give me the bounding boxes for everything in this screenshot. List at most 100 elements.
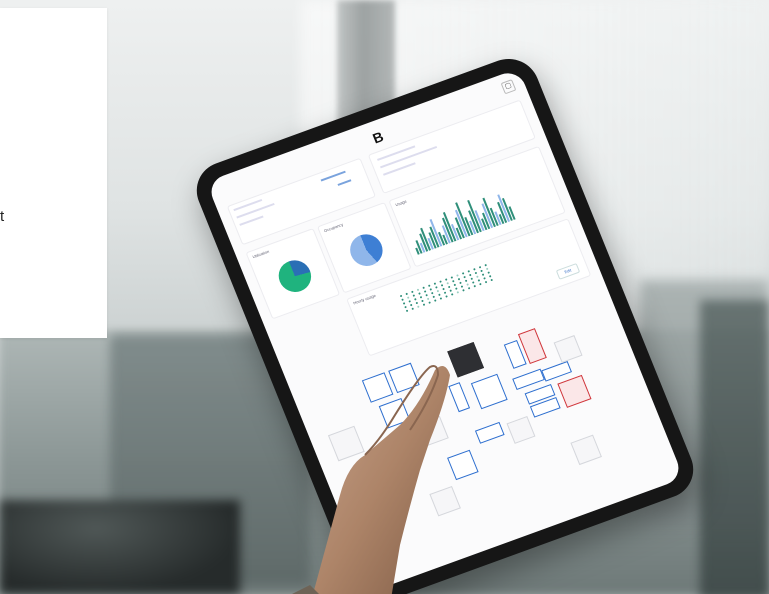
dot-chart-point	[433, 299, 437, 302]
dot-chart-point	[412, 294, 416, 297]
dot-chart-point	[450, 293, 454, 296]
dot-chart-point	[481, 273, 485, 276]
pie-mid-title: Occupancy	[323, 221, 344, 234]
dot-chart-point	[453, 283, 457, 287]
dot-chart-point	[419, 295, 423, 299]
dot-chart-point	[405, 309, 409, 313]
dot-chart-point	[433, 282, 437, 285]
dot-chart-point	[479, 282, 482, 286]
blurred-screen-right	[700, 300, 769, 594]
dot-chart-point	[459, 281, 462, 285]
dot-chart-point	[421, 299, 424, 303]
dot-chart-point	[435, 286, 438, 289]
dot-chart-point	[402, 302, 406, 305]
seat-slot[interactable]	[506, 416, 536, 444]
dot-chart-point	[483, 277, 486, 280]
dot-chart-point	[406, 296, 410, 299]
dot-chart-point	[411, 290, 414, 294]
blurred-chair	[0, 500, 240, 594]
dot-chart-point	[423, 290, 427, 293]
dot-chart	[399, 263, 495, 313]
dot-chart-point	[417, 305, 420, 309]
dot-chart-point	[409, 303, 413, 307]
dot-chart-point	[416, 288, 420, 292]
dot-chart-point	[468, 273, 472, 277]
dot-chart-point	[484, 263, 488, 267]
dot-chart-point	[471, 281, 475, 284]
seat-slot[interactable]	[570, 434, 602, 466]
pie-left-title: Utilization	[251, 248, 270, 260]
dot-chart-point	[408, 300, 412, 303]
dot-chart-point	[439, 280, 442, 283]
info-line	[377, 145, 416, 161]
dot-chart-point	[480, 269, 483, 273]
dot-chart-point	[462, 289, 465, 292]
seat-slot[interactable]	[553, 335, 583, 363]
dot-chart-point	[443, 291, 447, 295]
dot-chart-point	[460, 285, 464, 288]
info-line	[239, 215, 264, 226]
dot-chart-point	[418, 292, 421, 295]
dot-chart-title: Hourly usage	[352, 292, 377, 306]
dot-chart-point	[461, 272, 465, 275]
info-link[interactable]	[320, 170, 346, 182]
dot-chart-point	[399, 294, 403, 298]
dot-chart-point	[450, 276, 454, 279]
dot-chart-point	[422, 286, 425, 290]
dot-chart-point	[473, 284, 477, 288]
dot-chart-point	[440, 284, 444, 287]
dot-chart-point	[401, 298, 404, 301]
info-link[interactable]	[337, 179, 352, 186]
dot-chart-point	[436, 289, 440, 293]
seat-slot[interactable]	[541, 360, 572, 382]
dot-chart-point	[422, 303, 426, 306]
dot-chart-point	[442, 287, 445, 291]
dot-chart-point	[430, 291, 434, 295]
dot-chart-point	[432, 295, 436, 299]
dot-chart-point	[455, 287, 458, 290]
dot-chart-point	[476, 275, 479, 278]
dot-chart-point	[484, 280, 488, 284]
seat-slot-flagged[interactable]	[557, 374, 592, 408]
hand	[292, 365, 450, 594]
dot-chart-point	[452, 279, 455, 283]
dot-chart-point	[405, 292, 409, 296]
brand-logo: B	[370, 128, 386, 147]
dot-chart-point	[470, 277, 474, 281]
dot-chart-point	[414, 298, 417, 301]
dot-chart-point	[446, 282, 450, 285]
dot-chart-point	[425, 293, 428, 297]
card-text: t	[0, 208, 5, 225]
dot-chart-point	[444, 278, 448, 281]
seat-slot[interactable]	[470, 373, 508, 410]
dot-chart-point	[439, 297, 443, 300]
bar-chart-title: Usage	[394, 198, 408, 208]
pie-chart-blue	[345, 229, 388, 271]
dot-chart-point	[449, 289, 453, 292]
dot-chart-point	[487, 271, 491, 274]
dot-chart-point	[456, 291, 460, 294]
menu-button[interactable]: ▢	[500, 79, 517, 95]
hand-palm	[313, 366, 450, 594]
dot-chart-point	[456, 274, 459, 277]
dot-chart-point	[426, 297, 430, 301]
dot-chart-point	[473, 268, 476, 271]
dot-chart-point	[415, 301, 419, 305]
dot-chart-point	[474, 271, 478, 275]
pie-chart-green	[273, 255, 316, 297]
dot-chart-point	[485, 267, 489, 271]
edit-button[interactable]: Edit	[555, 263, 581, 280]
dot-chart-point	[467, 270, 471, 273]
dot-chart-point	[457, 277, 461, 281]
dot-chart-point	[467, 286, 471, 290]
seat-slot[interactable]	[474, 421, 505, 444]
white-text-card: t	[0, 8, 107, 338]
dot-chart-point	[464, 279, 468, 283]
dot-chart-point	[478, 265, 482, 269]
dot-chart-point	[447, 285, 451, 289]
photo-scene: t B ▢ Utilization Occupancy Usage Hourly…	[0, 0, 769, 594]
dot-chart-point	[404, 305, 407, 309]
dot-chart-point	[428, 301, 431, 304]
dot-chart-point	[429, 288, 433, 291]
dot-chart-point	[438, 293, 441, 297]
